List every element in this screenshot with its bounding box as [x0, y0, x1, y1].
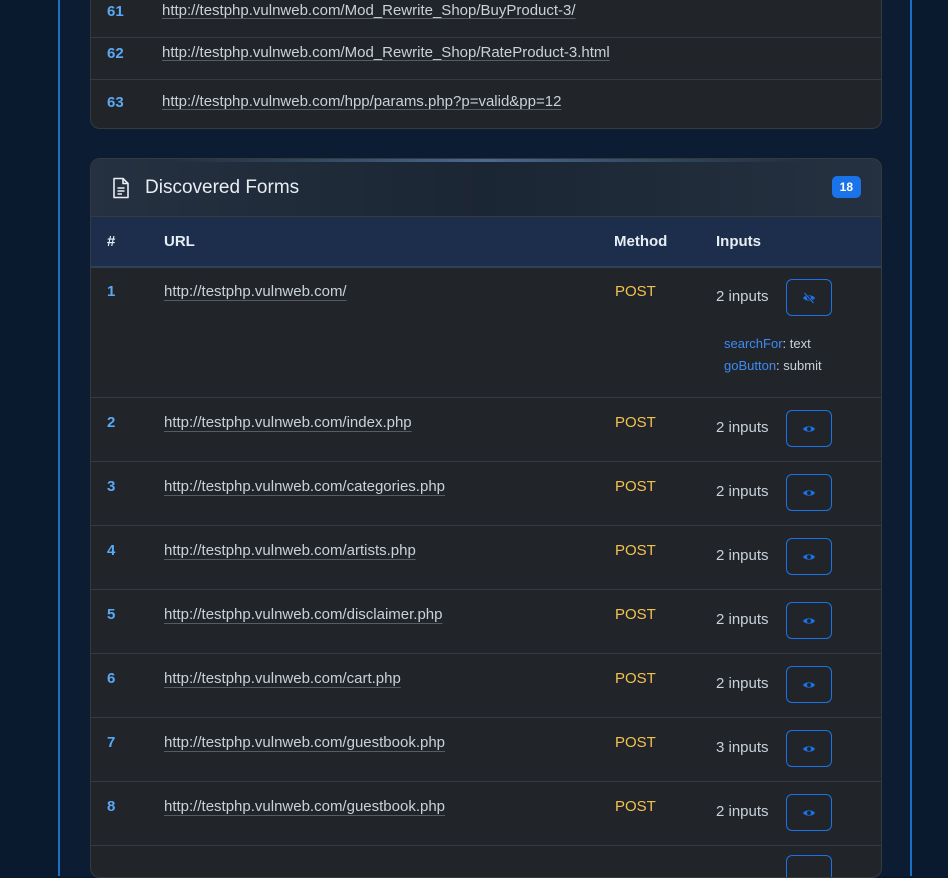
forms-title: Discovered Forms: [145, 177, 300, 198]
link-number: 61: [107, 3, 124, 20]
view-inputs-button[interactable]: [786, 602, 832, 639]
form-field: searchFor: text: [724, 336, 811, 351]
form-url[interactable]: http://testphp.vulnweb.com/disclaimer.ph…: [164, 606, 442, 623]
column-header-url: URL: [164, 233, 195, 250]
table-row: 8 http://testphp.vulnweb.com/guestbook.p…: [91, 781, 881, 846]
view-inputs-button[interactable]: [786, 666, 832, 703]
table-row: 3 http://testphp.vulnweb.com/categories.…: [91, 461, 881, 526]
forms-count-badge: 18: [831, 176, 861, 198]
view-inputs-button[interactable]: [786, 410, 832, 447]
form-url[interactable]: http://testphp.vulnweb.com/index.php: [164, 414, 412, 431]
eye-icon: [803, 809, 815, 816]
eye-icon: [803, 745, 815, 752]
view-inputs-button[interactable]: [786, 730, 832, 767]
form-url[interactable]: http://testphp.vulnweb.com/categories.ph…: [164, 478, 445, 495]
view-inputs-button[interactable]: [786, 794, 832, 831]
eye-icon: [803, 681, 815, 688]
table-row: 2 http://testphp.vulnweb.com/index.php P…: [91, 397, 881, 462]
form-method: POST: [615, 670, 656, 687]
table-header: # URL Method Inputs: [91, 217, 881, 268]
form-method: POST: [615, 478, 656, 495]
discovered-forms-panel: Discovered Forms 18 # URL Method Inputs …: [90, 158, 882, 878]
form-method: POST: [615, 734, 656, 751]
row-number: 5: [107, 606, 116, 623]
table-row: 4 http://testphp.vulnweb.com/artists.php…: [91, 525, 881, 590]
table-row: 5 http://testphp.vulnweb.com/disclaimer.…: [91, 589, 881, 654]
form-inputs-count: 2 inputs: [716, 611, 769, 628]
form-inputs-count: 2 inputs: [716, 675, 769, 692]
form-method: POST: [615, 606, 656, 623]
hide-inputs-button[interactable]: [786, 279, 832, 316]
form-field: goButton: submit: [724, 358, 822, 373]
form-url[interactable]: http://testphp.vulnweb.com/: [164, 283, 347, 300]
form-inputs-count: 3 inputs: [716, 739, 769, 756]
column-header-inputs: Inputs: [716, 233, 761, 250]
forms-header: Discovered Forms 18: [91, 159, 881, 217]
form-method: POST: [615, 283, 656, 300]
row-number: 3: [107, 478, 116, 495]
eye-icon: [803, 489, 815, 496]
row-number: 6: [107, 670, 116, 687]
form-inputs-count: 2 inputs: [716, 803, 769, 820]
row-number: 1: [107, 283, 116, 300]
table-row: 1 http://testphp.vulnweb.com/ POST 2 inp…: [91, 266, 881, 398]
form-method: POST: [615, 414, 656, 431]
row-number: 4: [107, 542, 116, 559]
field-type: submit: [783, 358, 822, 373]
link-url[interactable]: http://testphp.vulnweb.com/hpp/params.ph…: [162, 93, 561, 110]
form-inputs-count: 2 inputs: [716, 483, 769, 500]
form-inputs-count: 2 inputs: [716, 288, 769, 305]
table-row: 7 http://testphp.vulnweb.com/guestbook.p…: [91, 717, 881, 782]
form-fields-list: searchFor: text goButton: submit: [724, 333, 822, 377]
form-url[interactable]: http://testphp.vulnweb.com/guestbook.php: [164, 734, 445, 751]
form-url[interactable]: http://testphp.vulnweb.com/artists.php: [164, 542, 416, 559]
view-inputs-button[interactable]: [786, 474, 832, 511]
form-url[interactable]: http://testphp.vulnweb.com/guestbook.php: [164, 798, 445, 815]
link-url[interactable]: http://testphp.vulnweb.com/Mod_Rewrite_S…: [162, 44, 610, 61]
form-method: POST: [615, 542, 656, 559]
field-type: text: [789, 336, 811, 351]
link-row: 62 http://testphp.vulnweb.com/Mod_Rewrit…: [91, 31, 881, 80]
row-number: 2: [107, 414, 116, 431]
document-icon: [113, 177, 129, 199]
table-row-partial: [91, 845, 881, 877]
view-inputs-button[interactable]: [786, 538, 832, 575]
column-header-num: #: [107, 233, 116, 250]
table-row: 6 http://testphp.vulnweb.com/cart.php PO…: [91, 653, 881, 718]
link-row: 63 http://testphp.vulnweb.com/hpp/params…: [91, 80, 881, 128]
link-number: 63: [107, 94, 124, 111]
column-header-method: Method: [614, 233, 668, 250]
eye-icon: [803, 553, 815, 560]
row-number: 8: [107, 798, 116, 815]
link-url[interactable]: http://testphp.vulnweb.com/Mod_Rewrite_S…: [162, 2, 576, 19]
field-name: searchFor: [724, 336, 783, 351]
form-method: POST: [615, 798, 656, 815]
form-inputs-count: 2 inputs: [716, 419, 769, 436]
eye-off-icon: [803, 291, 815, 304]
row-number: 7: [107, 734, 116, 751]
eye-icon: [803, 617, 815, 624]
field-name: goButton: [724, 358, 777, 373]
eye-icon: [803, 425, 815, 432]
link-number: 62: [107, 45, 124, 62]
view-inputs-button[interactable]: [786, 855, 832, 877]
form-url[interactable]: http://testphp.vulnweb.com/cart.php: [164, 670, 401, 687]
form-inputs-count: 2 inputs: [716, 547, 769, 564]
discovered-links-panel: 61 http://testphp.vulnweb.com/Mod_Rewrit…: [90, 0, 882, 129]
